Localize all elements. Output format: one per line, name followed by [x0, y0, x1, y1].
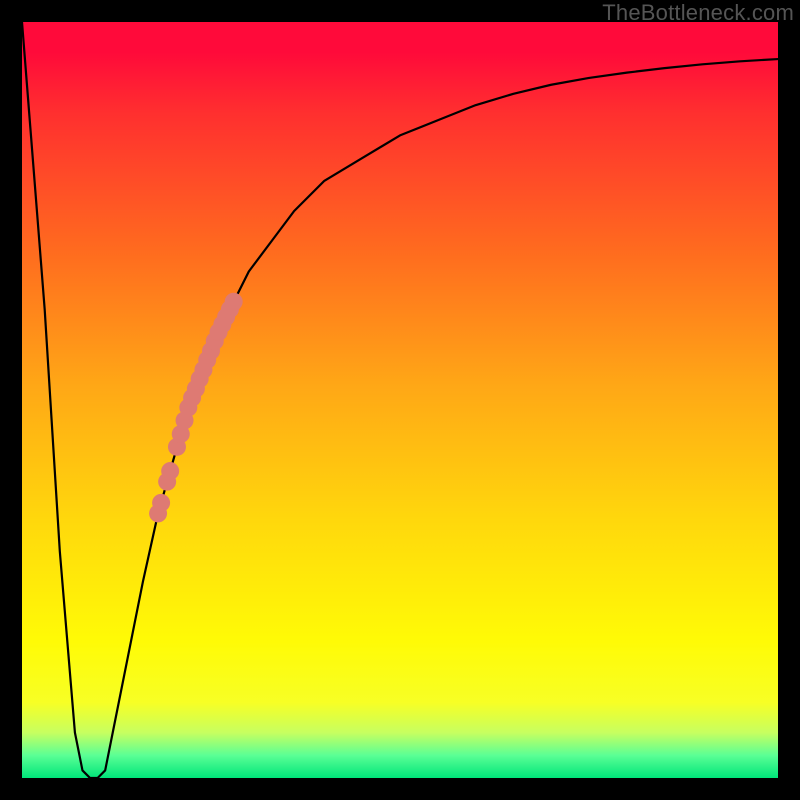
highlight-point — [161, 462, 179, 480]
chart-svg — [22, 22, 778, 778]
highlight-point — [152, 494, 170, 512]
plot-area — [22, 22, 778, 778]
bottleneck-curve — [22, 22, 778, 778]
highlight-point — [225, 293, 243, 311]
chart-frame: TheBottleneck.com — [0, 0, 800, 800]
watermark-text: TheBottleneck.com — [602, 0, 794, 26]
highlight-points — [149, 293, 243, 523]
